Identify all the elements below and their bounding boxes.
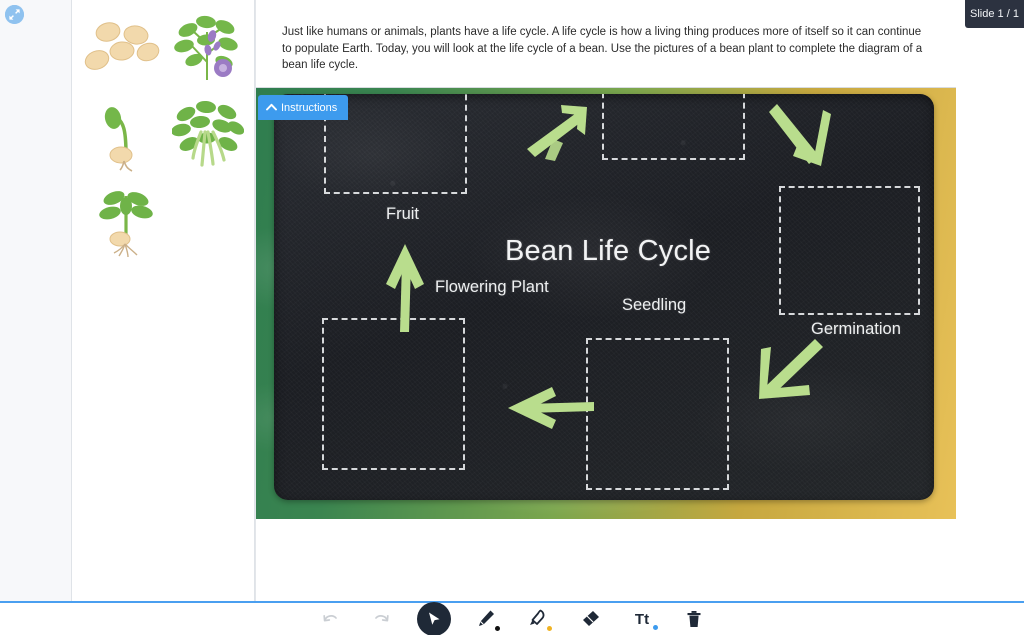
- delete-tool[interactable]: [677, 602, 711, 635]
- dropzone-seed[interactable]: [602, 94, 745, 160]
- bean-seeds-image[interactable]: [84, 18, 160, 74]
- instructions-toggle-button[interactable]: Instructions: [258, 95, 348, 120]
- arrow-germination-to-seedling: [757, 339, 827, 407]
- highlighter-icon: [527, 608, 549, 630]
- select-tool[interactable]: [417, 602, 451, 635]
- bean-fruit-plant-image[interactable]: [172, 98, 244, 170]
- page-title: Bean Life Cycle: [505, 235, 712, 267]
- label-seedling: Seedling: [622, 296, 687, 314]
- drawing-toolbar: Tt: [0, 602, 1024, 635]
- instructions-body: Just like humans or animals, plants have…: [282, 26, 923, 71]
- chalkboard: Bean Life Cycle Fruit Flowering Plant Se…: [274, 94, 934, 500]
- text-icon: Tt: [634, 610, 650, 628]
- redo-icon: [372, 609, 392, 629]
- arrow-seedling-to-flowering: [506, 384, 596, 432]
- slide-editor-app: Just like humans or animals, plants have…: [0, 0, 1024, 635]
- instructions-toggle-label: Instructions: [281, 101, 338, 114]
- text-color-dot: [653, 625, 658, 630]
- pen-color-dot: [495, 626, 500, 631]
- highlighter-tool[interactable]: [521, 602, 555, 635]
- dropzone-germination[interactable]: [779, 186, 920, 315]
- flowering-plant-image[interactable]: [172, 10, 242, 82]
- slide-artwork: Bean Life Cycle Fruit Flowering Plant Se…: [256, 88, 956, 519]
- pen-icon: [475, 608, 497, 630]
- left-rail: [0, 0, 72, 602]
- highlighter-color-dot: [547, 626, 552, 631]
- trash-icon: [684, 609, 704, 629]
- text-tool[interactable]: Tt: [625, 602, 659, 635]
- undo-button[interactable]: [313, 602, 347, 635]
- slide-counter: Slide 1 / 1: [965, 0, 1024, 28]
- asset-panel: [72, 0, 255, 602]
- dropzone-flowering-plant[interactable]: [322, 318, 465, 470]
- slide-canvas: Just like humans or animals, plants have…: [255, 0, 1024, 602]
- undo-icon: [320, 609, 340, 629]
- eraser-icon: [579, 608, 601, 630]
- label-germination: Germination: [811, 320, 901, 338]
- dropzone-seedling[interactable]: [586, 338, 729, 490]
- arrow-seed-to-germination: [523, 101, 599, 163]
- label-flowering-plant: Flowering Plant: [435, 278, 549, 296]
- pen-tool[interactable]: [469, 602, 503, 635]
- arrow-germination-down: [769, 100, 835, 174]
- cursor-icon: [425, 610, 443, 628]
- eraser-tool[interactable]: [573, 602, 607, 635]
- arrow-flowering-to-fruit: [384, 242, 426, 334]
- germinating-seed-image[interactable]: [100, 105, 152, 173]
- expand-icon[interactable]: [5, 5, 24, 24]
- seedling-image[interactable]: [94, 186, 158, 258]
- instructions-panel: Just like humans or animals, plants have…: [256, 0, 956, 88]
- chevron-up-icon: [266, 102, 277, 114]
- redo-button[interactable]: [365, 602, 399, 635]
- label-fruit: Fruit: [386, 205, 419, 223]
